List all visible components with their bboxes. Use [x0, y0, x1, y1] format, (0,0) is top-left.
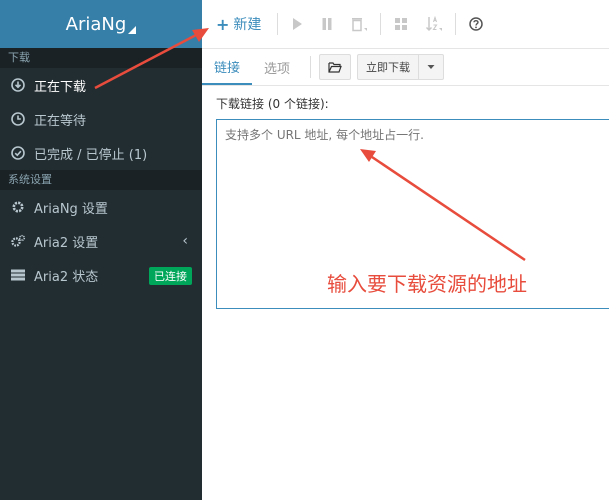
plus-icon: +	[216, 14, 230, 34]
tab-links[interactable]: 链接	[202, 49, 253, 85]
new-button-label: 新建	[233, 17, 262, 33]
pause-button[interactable]	[312, 0, 342, 48]
pause-icon	[322, 18, 332, 30]
sidebar-item-ariang-settings[interactable]: AriaNg 设置	[0, 190, 202, 224]
download-circle-icon	[10, 77, 26, 93]
select-all-button[interactable]	[385, 0, 417, 48]
top-toolbar: + 新建	[202, 0, 609, 49]
tab-bar: 链接 选项 立即下载	[202, 49, 609, 86]
folder-open-icon	[328, 62, 342, 73]
clock-icon	[10, 111, 26, 127]
gears-icon	[10, 233, 26, 249]
brand-caret-icon	[128, 26, 137, 34]
download-now-button[interactable]: 立即下载	[358, 55, 418, 79]
play-icon	[293, 18, 303, 30]
gear-icon	[10, 199, 26, 215]
toolbar-divider	[380, 13, 382, 35]
grid-icon	[395, 18, 408, 30]
sort-button[interactable]	[417, 0, 451, 48]
delete-button[interactable]	[342, 0, 376, 48]
brand-title: AriaNg	[65, 13, 127, 35]
links-label: 下载链接 (0 个链接):	[216, 97, 329, 111]
sidebar-item-stopped[interactable]: 已完成 / 已停止 (1)	[0, 136, 202, 170]
sidebar-item-label: 正在下载	[34, 79, 87, 95]
download-now-split-button: 立即下载	[357, 54, 445, 80]
new-button[interactable]: + 新建	[202, 0, 273, 48]
tab-divider	[310, 56, 312, 78]
check-circle-icon	[10, 145, 26, 161]
start-button[interactable]	[282, 0, 312, 48]
trash-icon	[352, 18, 368, 32]
server-icon	[10, 267, 26, 283]
toolbar-divider	[277, 13, 279, 35]
sidebar-item-label: Aria2 状态	[34, 269, 99, 285]
sort-alpha-icon	[426, 16, 443, 32]
caret-down-icon	[427, 65, 435, 69]
sidebar: AriaNg 下载 正在下载 正在等待 已完成 / 已停止 (1) 系统设置 A…	[0, 0, 202, 500]
open-file-button[interactable]	[319, 54, 352, 80]
brand-logo[interactable]: AriaNg	[0, 0, 202, 48]
sidebar-item-waiting[interactable]: 正在等待	[0, 102, 202, 136]
section-header-downloads: 下载	[0, 48, 202, 68]
sidebar-item-aria2-status[interactable]: Aria2 状态 已连接	[0, 258, 202, 292]
sidebar-item-label: Aria2 设置	[34, 235, 99, 251]
sidebar-item-aria2-settings[interactable]: Aria2 设置 ‹	[0, 224, 202, 258]
tab-options[interactable]: 选项	[252, 49, 302, 85]
sidebar-item-downloading[interactable]: 正在下载	[0, 68, 202, 102]
sidebar-item-label: 正在等待	[34, 113, 87, 129]
question-icon	[469, 17, 484, 31]
download-dropdown-toggle[interactable]	[419, 55, 443, 79]
help-button[interactable]	[460, 0, 492, 48]
sidebar-item-label: 已完成 / 已停止 (1)	[34, 147, 148, 163]
chevron-left-icon: ‹	[182, 233, 188, 249]
section-header-settings: 系统设置	[0, 170, 202, 190]
toolbar-divider	[455, 13, 457, 35]
sidebar-item-label: AriaNg 设置	[34, 201, 108, 217]
status-badge: 已连接	[149, 267, 192, 285]
annotation-text: 输入要下载资源的地址	[327, 272, 527, 296]
